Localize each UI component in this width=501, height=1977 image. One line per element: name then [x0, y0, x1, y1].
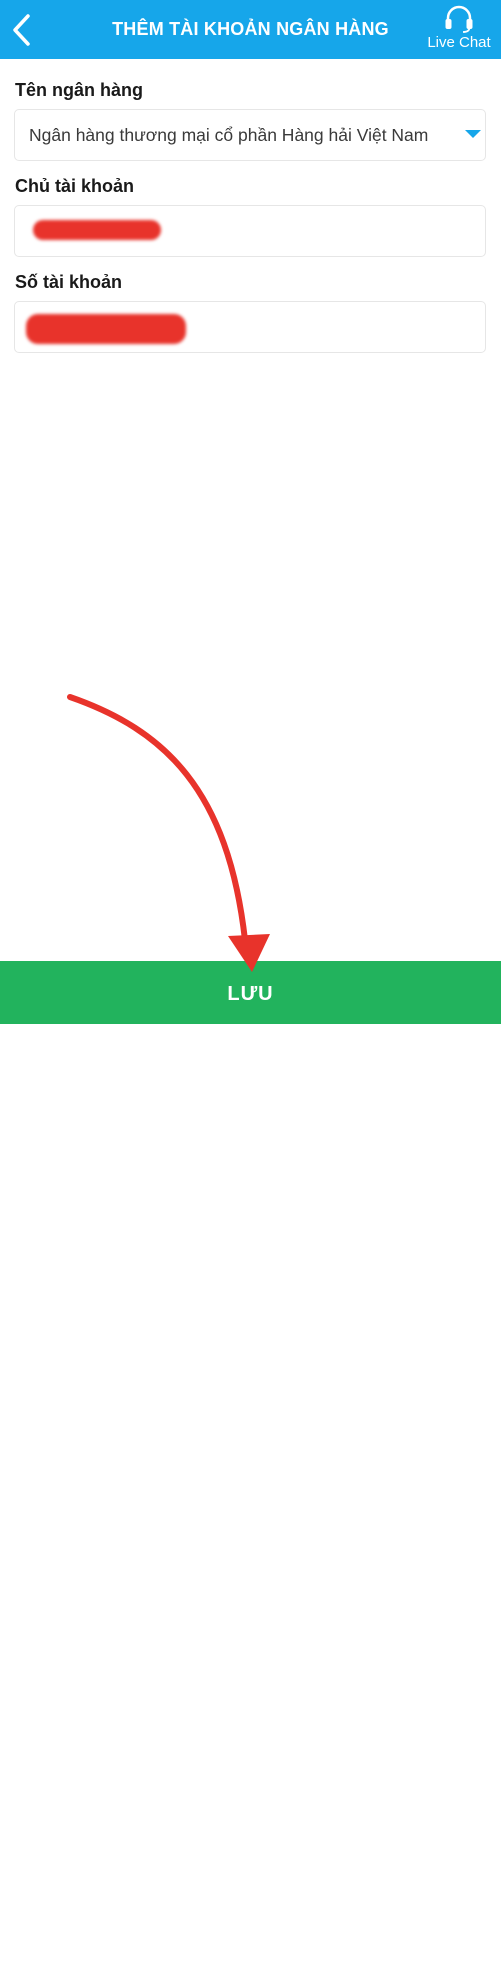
- account-number-label: Số tài khoản: [15, 272, 123, 292]
- home-indicator: [160, 1972, 341, 1977]
- redacted-account-number: [26, 314, 186, 344]
- live-chat-label: Live Chat: [427, 34, 491, 51]
- app-header: THÊM TÀI KHOẢN NGÂN HÀNG Live Chat: [0, 0, 501, 59]
- account-number-field[interactable]: [14, 301, 486, 353]
- save-button-label: LƯU: [227, 983, 274, 1005]
- bank-name-label: Tên ngân hàng: [15, 80, 143, 100]
- dropdown-arrow-icon[interactable]: [465, 130, 481, 138]
- chevron-left-icon: [13, 14, 30, 46]
- page-title: THÊM TÀI KHOẢN NGÂN HÀNG: [112, 19, 389, 39]
- headset-icon: [445, 5, 473, 33]
- bank-name-value: Ngân hàng thương mại cổ phần Hàng hải Vi…: [29, 125, 429, 145]
- bank-name-select[interactable]: Ngân hàng thương mại cổ phần Hàng hải Vi…: [14, 109, 486, 161]
- redacted-account-holder: [33, 220, 161, 240]
- back-button[interactable]: [6, 10, 40, 50]
- account-holder-field[interactable]: [14, 205, 486, 257]
- live-chat-button[interactable]: Live Chat: [423, 4, 495, 56]
- account-holder-label: Chủ tài khoản: [15, 176, 135, 196]
- save-button[interactable]: LƯU: [0, 961, 501, 1977]
